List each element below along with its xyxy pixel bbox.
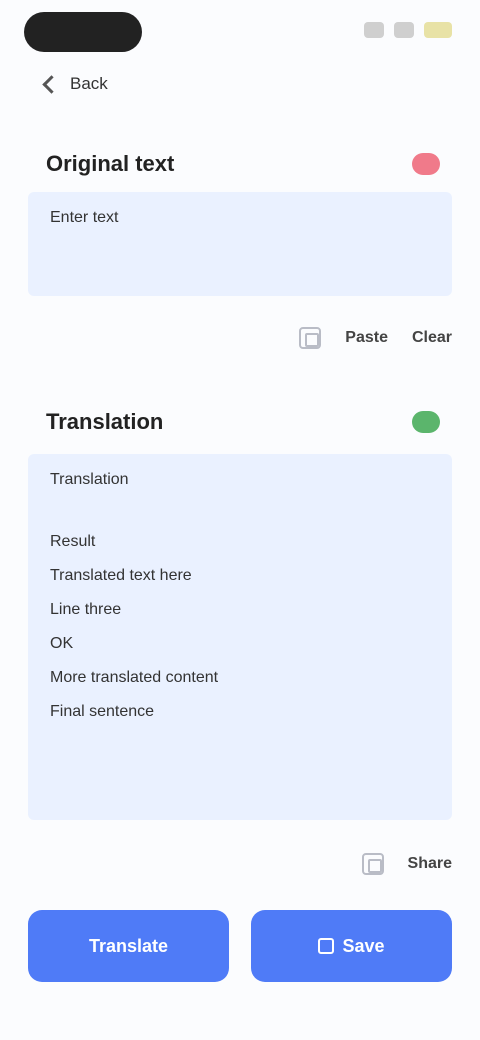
result-line: More translated content	[50, 669, 219, 687]
status-bar	[0, 0, 480, 64]
battery-icon	[424, 22, 452, 38]
result-header: Translation	[46, 402, 440, 442]
source-actions: Paste Clear	[28, 318, 452, 358]
wifi-icon	[394, 22, 414, 38]
source-header: Original text	[46, 144, 440, 184]
bottom-actions: Translate Save	[28, 910, 452, 982]
copy-icon[interactable]	[361, 853, 384, 875]
source-title: Original text	[46, 151, 175, 176]
back-button[interactable]: Back	[40, 68, 108, 100]
copy-icon[interactable]	[299, 327, 322, 349]
screen: Back Original text Enter text Paste Clea…	[0, 0, 480, 1040]
translate-button-label: Translate	[88, 935, 169, 956]
language-flag-icon[interactable]	[412, 411, 440, 433]
result-panel: Translation Result Translated text here …	[28, 454, 452, 820]
result-actions: Share	[28, 844, 452, 884]
save-icon	[318, 938, 335, 954]
source-input[interactable]: Enter text	[50, 206, 430, 229]
language-flag-icon[interactable]	[412, 153, 440, 175]
result-title: Translation	[46, 409, 164, 434]
result-heading: Translation	[50, 471, 129, 488]
translate-button[interactable]: Translate	[28, 910, 229, 982]
back-label: Back	[70, 74, 108, 93]
save-button[interactable]: Save	[251, 910, 452, 982]
signal-icon	[364, 22, 384, 38]
status-icons	[364, 22, 452, 38]
source-input-panel[interactable]: Enter text	[28, 192, 452, 296]
result-line: OK	[50, 635, 74, 653]
clear-button[interactable]: Clear	[412, 329, 452, 347]
result-line: Line three	[50, 601, 122, 619]
time-pill	[24, 12, 142, 52]
result-line: Translated text here	[50, 567, 192, 585]
result-line: Result	[50, 533, 96, 551]
result-line: Final sentence	[50, 703, 155, 721]
chevron-left-icon	[40, 75, 58, 93]
paste-button[interactable]: Paste	[345, 329, 388, 347]
save-button-label: Save	[342, 935, 385, 956]
share-button[interactable]: Share	[408, 855, 452, 873]
